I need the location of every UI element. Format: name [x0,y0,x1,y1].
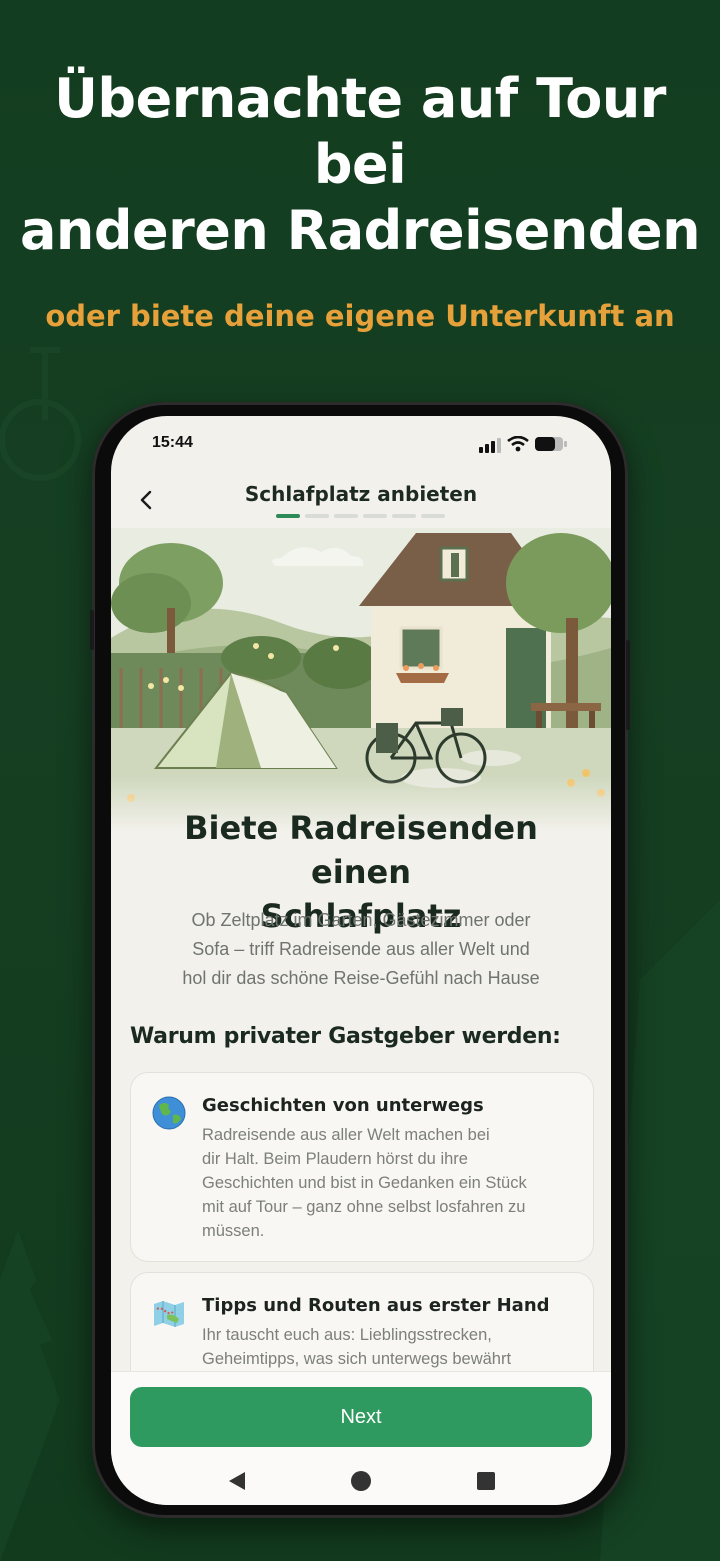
benefit-card-text-line: dir Halt. Beim Plaudern hörst du ihre [202,1150,468,1168]
benefit-card-text-line: müssen. [202,1222,265,1240]
benefit-card-text-line: Geheimtipps, was sich unterwegs bewährt [202,1350,512,1368]
map-icon [154,1301,184,1327]
benefit-card-text-line: Ihr tauscht euch aus: Lieblingsstrecken, [202,1326,492,1344]
nav-header: Schlafplatz anbieten [111,472,611,528]
back-triangle-icon[interactable] [226,1470,248,1492]
phone-side-button [626,640,630,730]
benefit-card-title: Geschichten von unterwegs [202,1095,484,1116]
progress-step [421,514,445,518]
benefits-section-title: Warum privater Gastgeber werden: [130,1024,561,1049]
hero-intro-line-2: Sofa – triff Radreisende aus aller Welt … [192,939,530,959]
system-navigation-bar [111,1462,611,1502]
battery-icon [535,437,567,451]
benefit-card-text-line: mit auf Tour – ganz ohne selbst losfahre… [202,1198,526,1216]
progress-step [392,514,416,518]
page-title: Schlafplatz anbieten [244,482,478,506]
benefit-card-text-line: Radreisende aus aller Welt machen bei [202,1126,490,1144]
home-circle-icon[interactable] [350,1470,372,1492]
benefit-card-text-line: Geschichten und bist in Gedanken ein Stü… [202,1174,527,1192]
promo-title: Übernachte auf Tour bei anderen Radreise… [0,66,720,264]
recents-square-icon[interactable] [475,1470,497,1492]
phone-side-button [90,610,94,650]
step-progress [276,514,445,518]
hero-intro-line-3: hol dir das schöne Reise-Gefühl nach Hau… [182,968,540,988]
benefit-card-text: Ihr tauscht euch aus: Lieblingsstrecken,… [202,1323,572,1371]
progress-step [276,514,300,518]
benefit-card-title: Tipps und Routen aus erster Hand [202,1295,550,1316]
hero-intro-line-1: Ob Zeltplatz im Garten, Gästezimmer oder [191,910,531,930]
status-icons [479,435,569,453]
benefit-card: Tipps und Routen aus erster Hand Ihr tau… [130,1272,594,1371]
status-bar: 15:44 [111,416,611,472]
wifi-icon [507,436,529,452]
promo-subtitle: oder biete deine eigene Unterkunft an [45,299,675,333]
benefit-card-text: Radreisende aus aller Welt machen bei di… [202,1123,572,1243]
hero-headline-line-1: Biete Radreisenden einen [184,809,538,891]
bottom-bar: Next [111,1371,611,1505]
progress-step [334,514,358,518]
globe-icon [152,1096,186,1130]
signal-icon [479,438,501,453]
promo-title-line-2: anderen Radreisenden [19,199,701,262]
promo-title-line-1: Übernachte auf Tour bei [54,67,666,196]
progress-step [363,514,387,518]
next-button[interactable]: Next [130,1387,592,1447]
benefit-card: Geschichten von unterwegs Radreisende au… [130,1072,594,1262]
phone-screen: Biete Radreisenden einen Schlafplatz Ob … [111,416,611,1505]
status-time: 15:44 [152,434,193,451]
hero-intro: Ob Zeltplatz im Garten, Gästezimmer oder… [151,906,571,993]
progress-step [305,514,329,518]
scroll-content[interactable]: Biete Radreisenden einen Schlafplatz Ob … [111,416,611,1371]
